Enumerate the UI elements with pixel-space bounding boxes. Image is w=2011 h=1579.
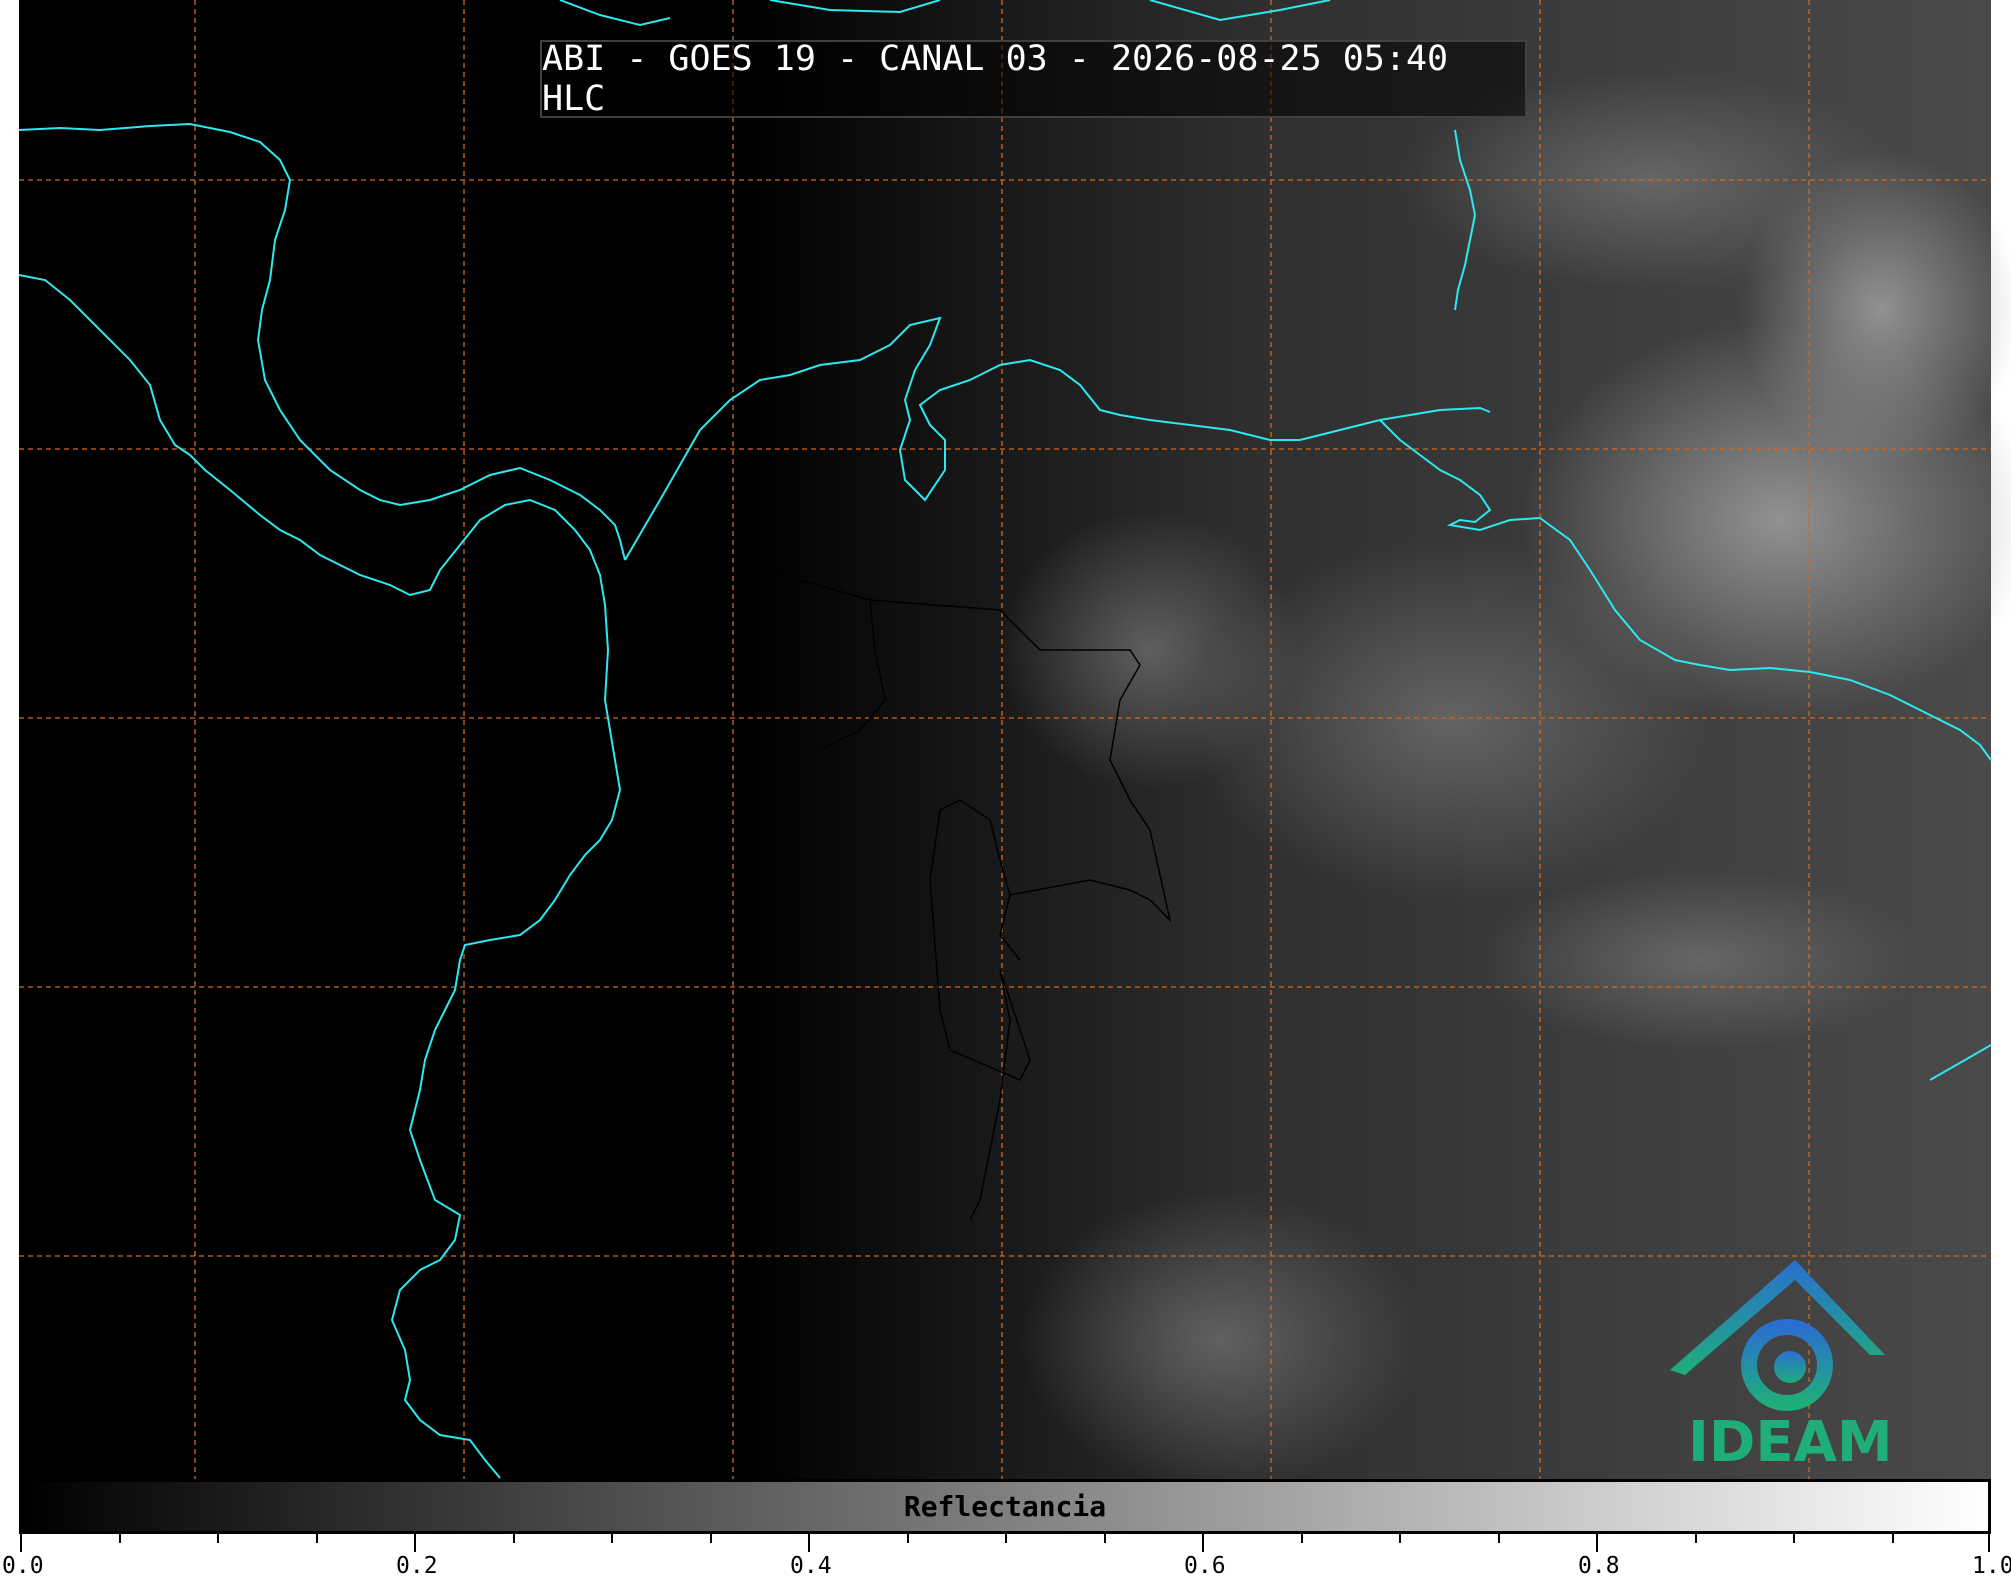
colorbar-tick-label: 0.4	[790, 1553, 832, 1579]
colorbar-ticks	[20, 1534, 1990, 1552]
colorbar-label: Reflectancia	[903, 1490, 1107, 1523]
colorbar: Reflectancia	[19, 1479, 1991, 1534]
colorbar-tick-label: 0.0	[2, 1553, 44, 1579]
colorbar-tick-label: 0.8	[1578, 1553, 1620, 1579]
ideam-logo-text: IDEAM	[1688, 1410, 1893, 1475]
map-title: ABI - GOES 19 - CANAL 03 - 2026-08-25 05…	[540, 39, 1527, 119]
colorbar-tick-label: 0.6	[1184, 1553, 1226, 1579]
colorbar-tick-label: 0.2	[396, 1553, 438, 1579]
colorbar-tick-label: 1.0	[1972, 1553, 2011, 1579]
